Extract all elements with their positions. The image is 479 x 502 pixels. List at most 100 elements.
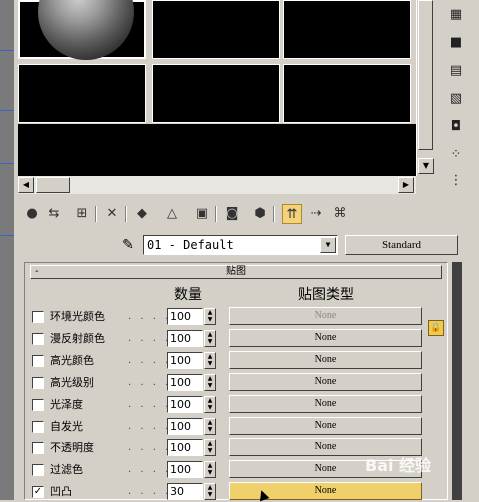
scroll-right-icon[interactable]: ▶: [398, 177, 414, 193]
pick-material-eyedropper-icon[interactable]: ✎: [118, 236, 138, 254]
map-amount-field[interactable]: 100: [167, 418, 203, 435]
map-row: 环境光颜色 . . . . 100 ▲ ▼ None: [32, 307, 427, 327]
material-sphere-preview: [38, 0, 134, 60]
show-end-result-icon[interactable]: ⬢: [250, 204, 270, 224]
map-channel-label: 漫反射颜色: [50, 332, 105, 345]
map-amount-field[interactable]: 100: [167, 396, 203, 413]
make-preview-icon[interactable]: ◘: [446, 118, 466, 136]
amount-spinner[interactable]: ▲ ▼: [204, 396, 216, 413]
leader-dots: . . . .: [128, 333, 172, 344]
map-amount-field[interactable]: 100: [167, 461, 203, 478]
make-unique-icon[interactable]: ◆: [132, 204, 152, 224]
map-amount-field[interactable]: 100: [167, 352, 203, 369]
map-amount-field[interactable]: 100: [167, 374, 203, 391]
put-material-icon[interactable]: ⇆: [44, 204, 64, 224]
viewport-edge: [0, 0, 14, 500]
checker-background-icon[interactable]: ▦: [446, 6, 466, 24]
map-enable-checkbox[interactable]: [32, 421, 44, 433]
map-amount-field[interactable]: 100: [167, 439, 203, 456]
leader-dots: . . . .: [128, 421, 172, 432]
amount-spinner[interactable]: ▲ ▼: [204, 308, 216, 325]
reset-map-icon[interactable]: ✕: [102, 204, 122, 224]
get-material-icon[interactable]: ●: [22, 204, 42, 224]
lock-icon[interactable]: 🔒: [428, 320, 444, 336]
map-channel-label: 光泽度: [50, 398, 83, 411]
amount-spinner[interactable]: ▲ ▼: [204, 418, 216, 435]
map-enable-checkbox[interactable]: [32, 311, 44, 323]
sample-slot-5[interactable]: [152, 64, 280, 123]
material-name-value: 01 - Default: [147, 238, 234, 252]
video-color-check-icon[interactable]: ▧: [446, 90, 466, 108]
map-channel-label: 过滤色: [50, 463, 83, 476]
map-row: 高光级别 . . . . 100 ▲ ▼ None: [32, 373, 427, 393]
go-to-parent-icon[interactable]: ⇈: [282, 204, 302, 224]
map-slot-button[interactable]: None: [229, 351, 422, 369]
scroll-thumb[interactable]: [418, 0, 433, 150]
maps-rollout-header[interactable]: - 贴图: [30, 265, 442, 279]
material-navigator-icon[interactable]: ⌘: [330, 204, 350, 224]
map-row: 漫反射颜色 . . . . 100 ▲ ▼ None: [32, 329, 427, 349]
amount-spinner[interactable]: ▲ ▼: [204, 439, 216, 456]
map-slot-button[interactable]: None: [229, 373, 422, 391]
map-enable-checkbox[interactable]: [32, 333, 44, 345]
collapse-symbol: -: [35, 266, 39, 277]
map-enable-checkbox[interactable]: ✓: [32, 486, 44, 498]
show-map-in-viewport-icon[interactable]: ◙: [222, 204, 242, 224]
sample-slot-1[interactable]: [18, 0, 146, 60]
map-enable-checkbox[interactable]: [32, 355, 44, 367]
watermark: Bai 经验: [365, 456, 432, 475]
options-icon[interactable]: ⁘: [446, 146, 466, 164]
map-amount-field[interactable]: 30: [167, 483, 203, 500]
amount-spinner[interactable]: ▲ ▼: [204, 352, 216, 369]
leader-dots: . . . .: [128, 464, 172, 475]
select-by-material-icon[interactable]: ⋮: [446, 172, 466, 190]
leader-dots: . . . .: [128, 399, 172, 410]
map-amount-field[interactable]: 100: [167, 308, 203, 325]
map-enable-checkbox[interactable]: [32, 442, 44, 454]
map-enable-checkbox[interactable]: [32, 464, 44, 476]
amount-spinner[interactable]: ▲ ▼: [204, 374, 216, 391]
backlight-icon[interactable]: ■: [446, 34, 466, 52]
sample-slot-6[interactable]: [283, 64, 411, 123]
slot-vertical-scrollbar[interactable]: ▼: [416, 0, 435, 176]
sample-slot-grid: [18, 0, 416, 176]
map-slot-button[interactable]: None: [229, 417, 422, 435]
map-slot-button[interactable]: None: [229, 307, 422, 325]
map-row: 自发光 . . . . 100 ▲ ▼ None: [32, 417, 427, 437]
panel-scrollbar[interactable]: [452, 262, 462, 500]
map-row: 高光颜色 . . . . 100 ▲ ▼ None: [32, 351, 427, 371]
amount-spinner[interactable]: ▲ ▼: [204, 461, 216, 478]
map-channel-label: 自发光: [50, 420, 83, 433]
map-row: 光泽度 . . . . 100 ▲ ▼ None: [32, 395, 427, 415]
slot-horizontal-scrollbar[interactable]: ◀ ▶: [18, 176, 416, 194]
amount-spinner[interactable]: ▲ ▼: [204, 483, 216, 500]
material-effects-channel-icon[interactable]: ▣: [192, 204, 212, 224]
map-enable-checkbox[interactable]: [32, 399, 44, 411]
map-row: ✓ 凹凸. . . . 30 ▲ ▼ None: [32, 482, 427, 502]
map-slot-button[interactable]: None: [229, 329, 422, 347]
map-channel-label: 高光级别: [50, 376, 94, 389]
sample-slot-3[interactable]: [283, 0, 411, 59]
column-header-map-type: 贴图类型: [298, 287, 354, 303]
material-name-field[interactable]: 01 - Default ▼: [143, 235, 338, 255]
map-channel-label: 不透明度: [50, 441, 94, 454]
chevron-down-icon[interactable]: ▼: [320, 237, 336, 253]
sample-slot-row-3: [18, 124, 416, 176]
map-slot-button[interactable]: None: [229, 395, 422, 413]
amount-spinner[interactable]: ▲ ▼: [204, 330, 216, 347]
material-type-button[interactable]: Standard: [345, 235, 458, 255]
sample-slot-4[interactable]: [18, 64, 146, 123]
scroll-thumb-h[interactable]: [36, 177, 70, 193]
go-forward-sibling-icon[interactable]: ⇢: [306, 204, 326, 224]
assign-material-icon[interactable]: ⊞: [72, 204, 92, 224]
column-header-amount: 数量: [174, 287, 202, 303]
map-amount-field[interactable]: 100: [167, 330, 203, 347]
scroll-down-icon[interactable]: ▼: [418, 158, 434, 174]
map-channel-label: 环境光颜色: [50, 310, 105, 323]
map-enable-checkbox[interactable]: [32, 377, 44, 389]
sample-slot-2[interactable]: [152, 0, 280, 59]
leader-dots: . . . .: [128, 486, 172, 497]
put-to-library-icon[interactable]: △: [162, 204, 182, 224]
sample-uv-tiling-icon[interactable]: ▤: [446, 62, 466, 80]
scroll-left-icon[interactable]: ◀: [18, 177, 34, 193]
